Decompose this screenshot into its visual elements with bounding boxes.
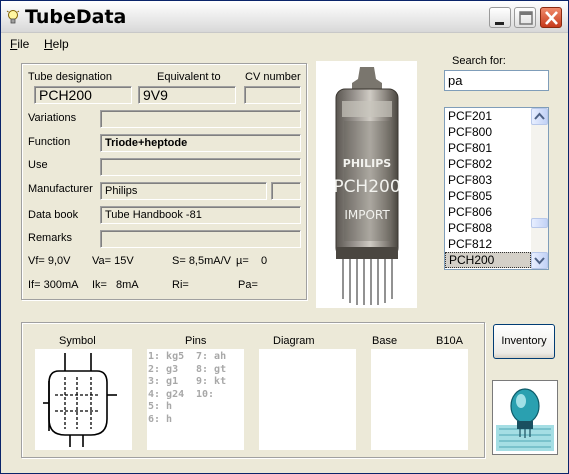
maximize-button[interactable] <box>514 7 536 28</box>
param-mu: µ= <box>236 255 249 267</box>
use-label: Use <box>28 159 48 171</box>
variations-label: Variations <box>28 112 77 124</box>
pins-right-column: 7: ah 8: gt 9: kt 10: <box>196 351 226 401</box>
pins-panel: 1: kg5 2: g3 3: g1 4: g24 5: h 6: h 7: a… <box>147 349 244 450</box>
base-label: Base <box>372 335 398 347</box>
pin-entry: 2: g3 <box>148 363 179 375</box>
lightbulb-icon <box>6 9 20 25</box>
tube-symbol <box>35 349 132 450</box>
vertical-scrollbar[interactable] <box>531 108 548 269</box>
pin-entry: 6: h <box>148 413 173 425</box>
tube-designation-field[interactable]: PCH200 <box>34 86 132 104</box>
close-icon <box>545 11 558 25</box>
manufacturer-field[interactable]: Philips <box>100 182 267 200</box>
chevron-up-icon <box>534 112 545 120</box>
list-item[interactable]: PCF801 <box>445 140 531 156</box>
pin-entry: 10: <box>196 388 215 400</box>
list-item[interactable]: PCF800 <box>445 124 531 140</box>
scroll-down-button[interactable] <box>531 252 548 269</box>
menu-file[interactable]: File <box>10 37 29 51</box>
search-label: Search for: <box>452 55 506 67</box>
pin-entry: 8: gt <box>196 363 227 375</box>
param-va: Va= 15V <box>92 255 134 267</box>
chevron-down-icon <box>534 257 545 265</box>
close-button[interactable] <box>540 7 562 28</box>
manufacturer-extra-field[interactable] <box>271 182 301 200</box>
param-ik: Ik= <box>92 279 107 291</box>
list-item[interactable]: PCF803 <box>445 172 531 188</box>
databook-label: Data book <box>28 209 79 221</box>
databook-field[interactable]: Tube Handbook -81 <box>100 206 301 224</box>
pin-entry: 5: h <box>148 401 173 412</box>
photo-print-brand: PHILIPS <box>343 157 392 170</box>
window-title: TubeData <box>25 6 127 28</box>
menu-bar: File Help <box>1 34 568 53</box>
list-item[interactable]: PCF806 <box>445 204 531 220</box>
title-bar[interactable]: TubeData <box>1 1 568 33</box>
photo-print-import: IMPORT <box>344 208 390 222</box>
param-ri: Ri= <box>172 279 189 291</box>
scroll-up-button[interactable] <box>531 108 548 125</box>
pin-entry: 4: g24 <box>148 388 185 400</box>
param-ik-value: 8mA <box>116 279 139 291</box>
diagram-panel <box>259 349 356 450</box>
function-label: Function <box>28 136 71 148</box>
variations-field[interactable] <box>100 110 301 128</box>
scroll-thumb[interactable] <box>531 218 548 228</box>
pin-entry: 3: g1 <box>148 376 179 387</box>
base-value: B10A <box>436 335 463 347</box>
diagram-label: Diagram <box>273 335 315 347</box>
pin-entry: 7: ah <box>196 351 227 362</box>
param-pa: Pa= <box>238 279 258 291</box>
pins-left-column: 1: kg5 2: g3 3: g1 4: g24 5: h 6: h <box>148 351 184 426</box>
equivalent-field[interactable]: 9V9 <box>138 86 236 104</box>
param-vf: Vf= 9,0V <box>28 255 71 267</box>
menu-help[interactable]: Help <box>44 37 69 51</box>
tubedata-logo <box>492 380 558 455</box>
inventory-button[interactable]: Inventory <box>493 324 555 359</box>
tube-logo-icon <box>493 381 557 454</box>
list-item[interactable]: PCF201 <box>445 108 531 124</box>
remarks-field[interactable] <box>100 230 301 248</box>
remarks-label: Remarks <box>28 232 73 244</box>
use-field[interactable] <box>100 158 301 176</box>
list-item[interactable]: PCF812 <box>445 236 531 252</box>
photo-print-type: PCH200 <box>333 177 400 197</box>
tube-designation-label: Tube designation <box>28 71 112 83</box>
minimize-button[interactable] <box>489 7 511 28</box>
param-if: If= 300mA <box>28 279 79 291</box>
tube-listbox[interactable]: PCF201 PCF800 PCF801 PCF802 PCF803 PCF805 PCF8… <box>444 107 549 270</box>
pins-label: Pins <box>185 335 207 347</box>
base-panel <box>371 349 468 450</box>
list-item[interactable]: PCH200 <box>445 252 531 268</box>
param-mu-value: 0 <box>261 255 268 267</box>
cv-number-field[interactable] <box>244 86 301 104</box>
equivalent-label: Equivalent to <box>157 71 221 83</box>
function-field[interactable]: Triode+heptode <box>100 134 301 152</box>
pin-entry: 1: kg5 <box>148 351 185 362</box>
manufacturer-label: Manufacturer <box>28 183 93 195</box>
app-window: TubeData File Help Tube designation Equi… <box>0 0 569 474</box>
cv-number-label: CV number <box>245 71 301 83</box>
tube-photo: PHILIPS PCH200 IMPORT <box>316 61 417 308</box>
param-s: S= 8,5mA/V <box>172 255 232 267</box>
pin-entry: 9: kt <box>196 376 227 387</box>
symbol-label: Symbol <box>59 335 96 347</box>
search-input[interactable]: pa <box>444 70 549 91</box>
list-item[interactable]: PCF802 <box>445 156 531 172</box>
list-item[interactable]: PCF805 <box>445 188 531 204</box>
list-item[interactable]: PCF808 <box>445 220 531 236</box>
tube-schematic-icon <box>43 353 117 447</box>
